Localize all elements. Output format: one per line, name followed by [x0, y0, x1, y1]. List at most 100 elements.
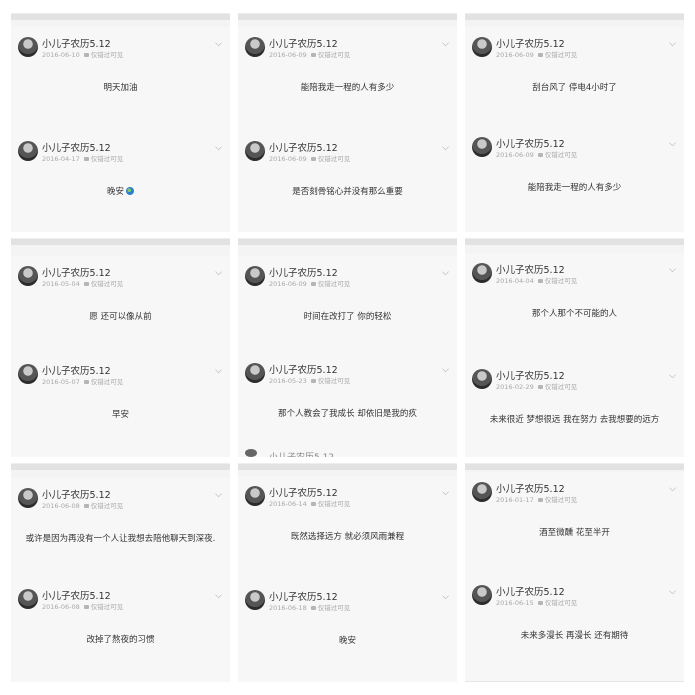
- timeline-post[interactable]: 小儿子农历5.12 2016-06-08 仅错过可见 ⌵ 改掉了熬夜的习惯: [11, 579, 230, 682]
- author-name[interactable]: 小儿子农历5.12: [269, 36, 338, 50]
- avatar[interactable]: [472, 369, 492, 389]
- chevron-down-icon[interactable]: ⌵: [669, 371, 676, 381]
- avatar[interactable]: [18, 364, 38, 384]
- timeline-post[interactable]: 小儿子农历5.12 2016-06-18 仅错过可见 ⌵ 晚安: [238, 580, 457, 682]
- timeline-post[interactable]: 小儿子农历5.12 2016-05-04 仅错过可见 ⌵ 愿 还可以像从前: [11, 256, 230, 366]
- post-text-content: 是否刻骨铭心并没有那么重要: [292, 187, 403, 197]
- panel-top-bar: [465, 463, 684, 470]
- post-text: 未来很近 梦想很远 我在努力 去我想要的远方: [471, 413, 678, 425]
- timeline-post[interactable]: 小儿子农历5.12 2016-06-09 仅错过可见 ⌵ 时间在改打了 你的轻松: [238, 256, 457, 366]
- author-name[interactable]: 小儿子农历5.12: [496, 481, 565, 495]
- chevron-down-icon[interactable]: ⌵: [442, 268, 449, 278]
- post-text: 晚安: [244, 634, 451, 646]
- avatar[interactable]: [245, 590, 265, 610]
- lock-icon: [310, 53, 316, 57]
- author-name[interactable]: 小儿子农历5.12: [42, 265, 111, 279]
- author-name[interactable]: 小儿子农历5.12: [42, 487, 111, 501]
- chevron-down-icon[interactable]: ⌵: [442, 39, 449, 49]
- screenshot-panel: 小儿子农历5.12 2016-06-09 仅错过可见 ⌵ 时间在改打了 你的轻松 小儿子农…: [238, 238, 457, 457]
- timeline-post[interactable]: 小儿子农历5.12 2016-06-09 仅错过可见 ⌵ 刮台风了 停电4小时了: [465, 27, 684, 137]
- timeline-post[interactable]: 小儿子农历5.12 2016-06-10 仅错过可见 ⌵ 明天加油: [11, 27, 230, 137]
- post-meta: 2016-02-29 仅错过可见: [496, 381, 577, 391]
- timeline-post[interactable]: 小儿子农历5.12 2016-04-04 仅错过可见 ⌵ 那个人那个不可能的人: [465, 253, 684, 363]
- author-name[interactable]: 小儿子农历5.12: [269, 265, 338, 279]
- author-name[interactable]: 小儿子农历5.12: [42, 140, 111, 154]
- chevron-down-icon[interactable]: ⌵: [215, 39, 222, 49]
- lock-icon: [537, 279, 543, 283]
- post-text-content: 刮台风了 停电4小时了: [532, 83, 617, 93]
- avatar[interactable]: [18, 488, 38, 508]
- timeline-post[interactable]: 小儿子农历5.12 2016-06-09 仅错过可见 ⌵ 能陪我走一程的人有多少: [238, 27, 457, 137]
- post-text: 刮台风了 停电4小时了: [471, 81, 678, 93]
- timeline-post[interactable]: 小儿子农历5.12 2016-06-15 仅错过可见 ⌵ 未来多漫长 再漫长 还有期待: [465, 575, 684, 682]
- avatar[interactable]: [472, 585, 492, 605]
- chevron-down-icon[interactable]: ⌵: [442, 143, 449, 153]
- author-name[interactable]: 小儿子农历5.12: [496, 262, 565, 276]
- author-name[interactable]: 小儿子农历5.12: [269, 140, 338, 154]
- lock-icon: [310, 157, 316, 161]
- chevron-down-icon[interactable]: ⌵: [215, 490, 222, 500]
- author-name[interactable]: 小儿子农历5.12: [496, 36, 565, 50]
- post-text-content: 晚安: [338, 636, 356, 646]
- post-text-content: 那个人那个不可能的人: [531, 309, 617, 319]
- post-text: 那个人那个不可能的人: [471, 307, 678, 319]
- avatar[interactable]: [245, 141, 265, 161]
- timeline-post[interactable]: 小儿子农历5.12 2016-01-17 仅错过可见 ⌵ 酒至微醺 花至半开: [465, 472, 684, 582]
- avatar[interactable]: [245, 266, 265, 286]
- chevron-down-icon[interactable]: ⌵: [442, 488, 449, 498]
- timeline-post[interactable]: 小儿子农历5.12 2016-05-07 仅错过可见 ⌵ 早安: [11, 354, 230, 457]
- avatar[interactable]: [18, 589, 38, 609]
- avatar[interactable]: [18, 37, 38, 57]
- post-text: 改掉了熬夜的习惯: [17, 633, 224, 645]
- chevron-down-icon[interactable]: ⌵: [669, 39, 676, 49]
- author-name[interactable]: 小儿子农历5.12: [496, 584, 565, 598]
- author-name[interactable]: 小儿子农历5.12: [496, 368, 565, 382]
- chevron-down-icon[interactable]: ⌵: [442, 365, 449, 375]
- post-text-content: 能陪我走一程的人有多少: [300, 83, 395, 93]
- avatar[interactable]: [472, 137, 492, 157]
- author-name[interactable]: 小儿子农历5.12: [42, 363, 111, 377]
- timeline-post[interactable]: 小儿子农历5.12 2016-06-08 仅错过可见 ⌵ 或许是因为再没有一个人让我想去…: [11, 478, 230, 588]
- chevron-down-icon[interactable]: ⌵: [669, 265, 676, 275]
- author-name[interactable]: 小儿子农历5.12: [269, 589, 338, 603]
- chevron-down-icon[interactable]: ⌵: [215, 143, 222, 153]
- author-name[interactable]: 小儿子农历5.12: [269, 485, 338, 499]
- timeline-post[interactable]: 小儿子农历5.12 2016-02-29 仅错过可见 ⌵ 未来很近 梦想很远 我在努力 …: [465, 359, 684, 457]
- lock-icon: [83, 504, 89, 508]
- avatar[interactable]: [472, 37, 492, 57]
- avatar[interactable]: [245, 363, 265, 383]
- post-date: 2016-06-15: [496, 599, 534, 607]
- timeline-post[interactable]: 小儿子农历5.12 2016-06-09 仅错过可见 ⌵ 是否刻骨铭心并没有那么重要: [238, 131, 457, 232]
- post-text: 酒至微醺 花至半开: [471, 526, 678, 538]
- chevron-down-icon[interactable]: ⌵: [215, 268, 222, 278]
- author-name[interactable]: 小儿子农历5.12: [496, 136, 565, 150]
- post-meta: 2016-04-04 仅错过可见: [496, 275, 577, 285]
- chevron-down-icon[interactable]: ⌵: [442, 592, 449, 602]
- avatar[interactable]: [472, 482, 492, 502]
- timeline-post[interactable]: 小儿子农历5.12 2016-05-23 仅错过可见 ⌵ 那个人教会了我成长 却依旧是我…: [238, 353, 457, 457]
- screenshot-panel: 小儿子农历5.12 2016-06-10 仅错过可见 ⌵ 明天加油 小儿子农历5.12 20…: [11, 13, 230, 232]
- chevron-down-icon[interactable]: ⌵: [669, 484, 676, 494]
- timeline-post[interactable]: 小儿子农历5.12 2016-06-09 仅错过可见 ⌵ 能陪我走一程的人有多少: [465, 127, 684, 232]
- post-date: 2016-06-09: [269, 280, 307, 288]
- timeline-post[interactable]: 小儿子农历5.12 2016-04-17 仅错过可见 ⌵ 晚安: [11, 131, 230, 232]
- chevron-down-icon[interactable]: ⌵: [215, 366, 222, 376]
- lock-icon: [537, 601, 543, 605]
- author-name[interactable]: 小儿子农历5.12: [269, 362, 338, 376]
- post-meta: 2016-06-14 仅错过可见: [269, 498, 350, 508]
- avatar[interactable]: [18, 266, 38, 286]
- post-text: 既然选择远方 就必须风雨兼程: [244, 530, 451, 542]
- post-date: 2016-06-09: [496, 151, 534, 159]
- post-date: 2016-06-18: [269, 604, 307, 612]
- author-name[interactable]: 小儿子农历5.12: [42, 588, 111, 602]
- chevron-down-icon[interactable]: ⌵: [669, 139, 676, 149]
- author-name[interactable]: 小儿子农历5.12: [42, 36, 111, 50]
- avatar[interactable]: [245, 37, 265, 57]
- post-date: 2016-05-04: [42, 280, 80, 288]
- chevron-down-icon[interactable]: ⌵: [669, 587, 676, 597]
- timeline-post[interactable]: 小儿子农历5.12 2016-06-14 仅错过可见 ⌵ 既然选择远方 就必须风雨兼程: [238, 476, 457, 586]
- avatar[interactable]: [472, 263, 492, 283]
- avatar[interactable]: [18, 141, 38, 161]
- avatar[interactable]: [245, 486, 265, 506]
- chevron-down-icon[interactable]: ⌵: [215, 591, 222, 601]
